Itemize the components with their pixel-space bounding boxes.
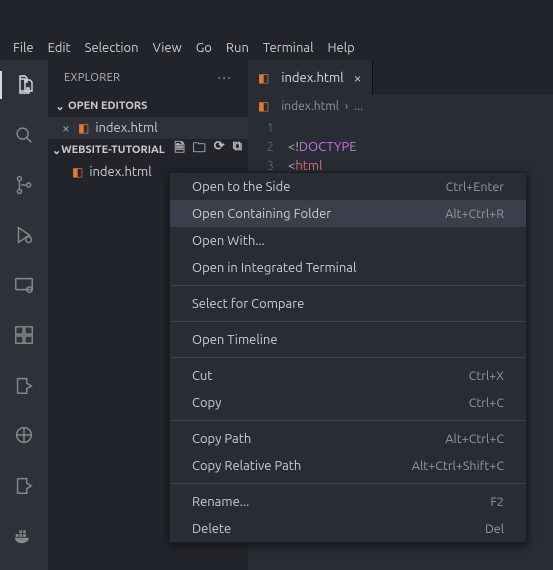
separator (170, 420, 526, 421)
ctx-select-compare[interactable]: Select for Compare (170, 290, 526, 317)
menu-view[interactable]: View (146, 41, 189, 55)
html-file-icon: ◧ (72, 165, 83, 179)
chevron-right-icon: › (345, 100, 348, 113)
more-icon[interactable]: ··· (217, 69, 232, 87)
separator (170, 483, 526, 484)
file-label: index.html (89, 165, 151, 179)
ctx-open-with[interactable]: Open With... (170, 227, 526, 254)
chevron-down-icon: ⌄ (52, 144, 61, 157)
menu-terminal[interactable]: Terminal (256, 41, 321, 55)
menu-run[interactable]: Run (219, 41, 256, 55)
chevron-down-icon: ⌄ (52, 100, 68, 113)
breadcrumb[interactable]: ◧ index.html › ... (248, 95, 553, 117)
ctx-copy-relative-path[interactable]: Copy Relative PathAlt+Ctrl+Shift+C (170, 452, 526, 479)
ctx-cut[interactable]: CutCtrl+X (170, 362, 526, 389)
extensions-icon[interactable] (12, 323, 36, 347)
open-editors-header[interactable]: ⌄ OPEN EDITORS (48, 95, 248, 117)
tab-bar: ◧ index.html × (248, 60, 553, 95)
ctx-copy-path[interactable]: Copy PathAlt+Ctrl+C (170, 425, 526, 452)
source-control-icon[interactable] (12, 173, 36, 197)
close-icon[interactable]: × (62, 120, 78, 136)
ctx-copy[interactable]: CopyCtrl+C (170, 389, 526, 416)
open-editor-label: index.html (95, 121, 157, 135)
separator (170, 321, 526, 322)
ctx-open-containing-folder[interactable]: Open Containing FolderAlt+Ctrl+R (170, 200, 526, 227)
context-menu: Open to the SideCtrl+Enter Open Containi… (169, 172, 527, 543)
menu-edit[interactable]: Edit (41, 41, 78, 55)
ext-icon-3[interactable] (12, 473, 36, 497)
menu-bar: File Edit Selection View Go Run Terminal… (0, 35, 553, 60)
docker-icon[interactable] (12, 523, 36, 547)
html-file-icon: ◧ (258, 71, 269, 85)
explorer-icon[interactable] (12, 73, 36, 97)
close-tab-icon[interactable]: × (354, 70, 362, 86)
menu-go[interactable]: Go (189, 41, 219, 55)
open-editor-item[interactable]: × ◧ index.html (48, 117, 248, 139)
project-header[interactable]: ⌄ WEBSITE-TUTORIAL 🗎 🗀 ⟳ ⧉ (48, 139, 248, 161)
ctx-open-timeline[interactable]: Open Timeline (170, 326, 526, 353)
menu-help[interactable]: Help (320, 41, 361, 55)
new-folder-icon[interactable]: 🗀 (193, 139, 206, 161)
html-file-icon: ◧ (258, 99, 269, 113)
ctx-open-side[interactable]: Open to the SideCtrl+Enter (170, 173, 526, 200)
title-bar (0, 0, 553, 35)
separator (170, 357, 526, 358)
menu-selection[interactable]: Selection (78, 41, 146, 55)
remote-icon[interactable] (12, 273, 36, 297)
ctx-rename[interactable]: Rename...F2 (170, 488, 526, 515)
run-debug-icon[interactable] (12, 223, 36, 247)
explorer-title: EXPLORER (64, 72, 120, 84)
tab-index-html[interactable]: ◧ index.html × (248, 60, 373, 95)
tab-label: index.html (281, 71, 343, 85)
collapse-icon[interactable]: ⧉ (233, 139, 242, 161)
search-icon[interactable] (12, 123, 36, 147)
menu-file[interactable]: File (6, 41, 41, 55)
separator (170, 285, 526, 286)
new-file-icon[interactable]: 🗎 (174, 139, 184, 161)
ext-icon-1[interactable] (12, 373, 36, 397)
refresh-icon[interactable]: ⟳ (214, 139, 225, 161)
ctx-delete[interactable]: DeleteDel (170, 515, 526, 542)
activity-bar (0, 60, 48, 570)
ext-icon-2[interactable] (12, 423, 36, 447)
ctx-open-terminal[interactable]: Open in Integrated Terminal (170, 254, 526, 281)
html-file-icon: ◧ (78, 121, 89, 135)
